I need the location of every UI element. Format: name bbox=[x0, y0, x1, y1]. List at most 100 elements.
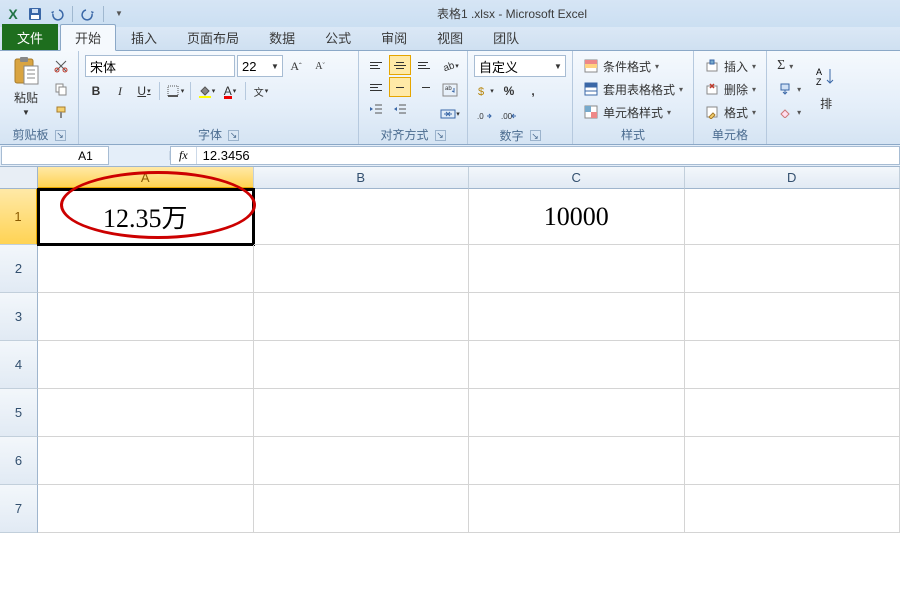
dialog-launcher-icon[interactable]: ↘ bbox=[530, 130, 541, 141]
decrease-font-button[interactable]: Aˇ bbox=[309, 55, 331, 77]
merge-button[interactable]: ▾ bbox=[439, 103, 461, 125]
tab-review[interactable]: 审阅 bbox=[366, 24, 422, 50]
cell-A3[interactable] bbox=[38, 293, 254, 341]
undo-icon[interactable] bbox=[48, 5, 66, 23]
fill-button[interactable]: ▾ bbox=[773, 78, 805, 100]
row-header-2[interactable]: 2 bbox=[0, 245, 38, 293]
paste-button[interactable]: 粘贴 ▼ bbox=[6, 53, 46, 119]
tab-home[interactable]: 开始 bbox=[60, 24, 116, 51]
save-icon[interactable] bbox=[26, 5, 44, 23]
align-left-button[interactable] bbox=[365, 77, 387, 97]
redo-icon[interactable] bbox=[79, 5, 97, 23]
cut-button[interactable] bbox=[50, 55, 72, 77]
decrease-indent-button[interactable] bbox=[365, 99, 387, 119]
cell-A5[interactable] bbox=[38, 389, 254, 437]
font-size-combo[interactable]: ▼ bbox=[237, 55, 283, 77]
cell-B2[interactable] bbox=[254, 245, 470, 293]
row-header-3[interactable]: 3 bbox=[0, 293, 38, 341]
align-center-button[interactable] bbox=[389, 77, 411, 97]
font-size-input[interactable] bbox=[242, 59, 268, 74]
cell-B6[interactable] bbox=[254, 437, 470, 485]
cell-A6[interactable] bbox=[38, 437, 254, 485]
cell-D7[interactable] bbox=[685, 485, 900, 533]
autosum-button[interactable]: Σ▾ bbox=[773, 55, 797, 77]
tab-data[interactable]: 数据 bbox=[254, 24, 310, 50]
delete-cells-button[interactable]: 删除▾ bbox=[700, 78, 760, 100]
italic-button[interactable]: I bbox=[109, 80, 131, 102]
row-header-1[interactable]: 1 bbox=[0, 189, 38, 245]
comma-button[interactable]: , bbox=[522, 80, 544, 102]
increase-decimal-button[interactable]: .0 bbox=[474, 105, 496, 127]
copy-button[interactable] bbox=[50, 78, 72, 100]
cell-B7[interactable] bbox=[254, 485, 470, 533]
cell-B1[interactable] bbox=[254, 189, 470, 245]
dialog-launcher-icon[interactable]: ↘ bbox=[55, 130, 66, 141]
conditional-format-button[interactable]: 条件格式▾ bbox=[579, 55, 663, 77]
cell-C4[interactable] bbox=[469, 341, 685, 389]
cells-area[interactable]: 12.35万 10000 bbox=[38, 189, 900, 533]
decrease-decimal-button[interactable]: .00 bbox=[498, 105, 520, 127]
cell-D3[interactable] bbox=[685, 293, 900, 341]
qat-dropdown-icon[interactable]: ▼ bbox=[110, 5, 128, 23]
fx-icon[interactable]: fx bbox=[179, 148, 188, 163]
name-box[interactable]: ▼ bbox=[1, 146, 109, 165]
cell-D2[interactable] bbox=[685, 245, 900, 293]
cell-style-button[interactable]: 单元格样式▾ bbox=[579, 101, 675, 123]
cell-C7[interactable] bbox=[469, 485, 685, 533]
align-top-button[interactable] bbox=[365, 55, 387, 75]
cell-D6[interactable] bbox=[685, 437, 900, 485]
bold-button[interactable]: B bbox=[85, 80, 107, 102]
number-format-combo[interactable]: ▼ bbox=[474, 55, 566, 77]
cell-B3[interactable] bbox=[254, 293, 470, 341]
sort-filter-button[interactable]: AZ 排 bbox=[811, 59, 841, 125]
formula-input[interactable] bbox=[197, 148, 899, 163]
font-color-button[interactable]: A▾ bbox=[219, 80, 241, 102]
tab-view[interactable]: 视图 bbox=[422, 24, 478, 50]
cell-D4[interactable] bbox=[685, 341, 900, 389]
cell-C3[interactable] bbox=[469, 293, 685, 341]
cell-C6[interactable] bbox=[469, 437, 685, 485]
accounting-button[interactable]: $▾ bbox=[474, 80, 496, 102]
insert-cells-button[interactable]: 插入▾ bbox=[700, 55, 760, 77]
column-header-D[interactable]: D bbox=[685, 167, 900, 189]
row-header-7[interactable]: 7 bbox=[0, 485, 38, 533]
row-header-5[interactable]: 5 bbox=[0, 389, 38, 437]
tab-team[interactable]: 团队 bbox=[478, 24, 534, 50]
cell-B5[interactable] bbox=[254, 389, 470, 437]
tab-insert[interactable]: 插入 bbox=[116, 24, 172, 50]
table-format-button[interactable]: 套用表格格式▾ bbox=[579, 78, 687, 100]
excel-icon[interactable]: X bbox=[4, 5, 22, 23]
cell-C2[interactable] bbox=[469, 245, 685, 293]
cell-C1[interactable]: 10000 bbox=[469, 189, 685, 245]
cell-D5[interactable] bbox=[685, 389, 900, 437]
cell-A2[interactable] bbox=[38, 245, 254, 293]
cell-D1[interactable] bbox=[685, 189, 900, 245]
phonetic-button[interactable]: 文▾ bbox=[250, 80, 272, 102]
format-cells-button[interactable]: 格式▾ bbox=[700, 101, 760, 123]
select-all-corner[interactable] bbox=[0, 167, 38, 189]
underline-button[interactable]: U▾ bbox=[133, 80, 155, 102]
dialog-launcher-icon[interactable]: ↘ bbox=[435, 130, 446, 141]
dialog-launcher-icon[interactable]: ↘ bbox=[228, 130, 239, 141]
cell-A1[interactable]: 12.35万 bbox=[38, 189, 254, 245]
column-header-A[interactable]: A bbox=[38, 167, 254, 189]
row-header-6[interactable]: 6 bbox=[0, 437, 38, 485]
clear-button[interactable]: ▾ bbox=[773, 101, 805, 123]
orientation-button[interactable]: ab▾ bbox=[439, 55, 461, 77]
column-header-B[interactable]: B bbox=[254, 167, 470, 189]
tab-file[interactable]: 文件 bbox=[2, 24, 58, 50]
align-middle-button[interactable] bbox=[389, 55, 411, 75]
font-name-combo[interactable]: ▼ bbox=[85, 55, 235, 77]
row-header-4[interactable]: 4 bbox=[0, 341, 38, 389]
increase-indent-button[interactable] bbox=[389, 99, 411, 119]
cell-B4[interactable] bbox=[254, 341, 470, 389]
align-right-button[interactable] bbox=[413, 77, 435, 97]
align-bottom-button[interactable] bbox=[413, 55, 435, 75]
column-header-C[interactable]: C bbox=[469, 167, 685, 189]
increase-font-button[interactable]: Aˆ bbox=[285, 55, 307, 77]
tab-formula[interactable]: 公式 bbox=[310, 24, 366, 50]
fill-color-button[interactable]: ▾ bbox=[195, 80, 217, 102]
percent-button[interactable]: % bbox=[498, 80, 520, 102]
wrap-text-button[interactable]: ab bbox=[439, 79, 461, 101]
cell-A7[interactable] bbox=[38, 485, 254, 533]
